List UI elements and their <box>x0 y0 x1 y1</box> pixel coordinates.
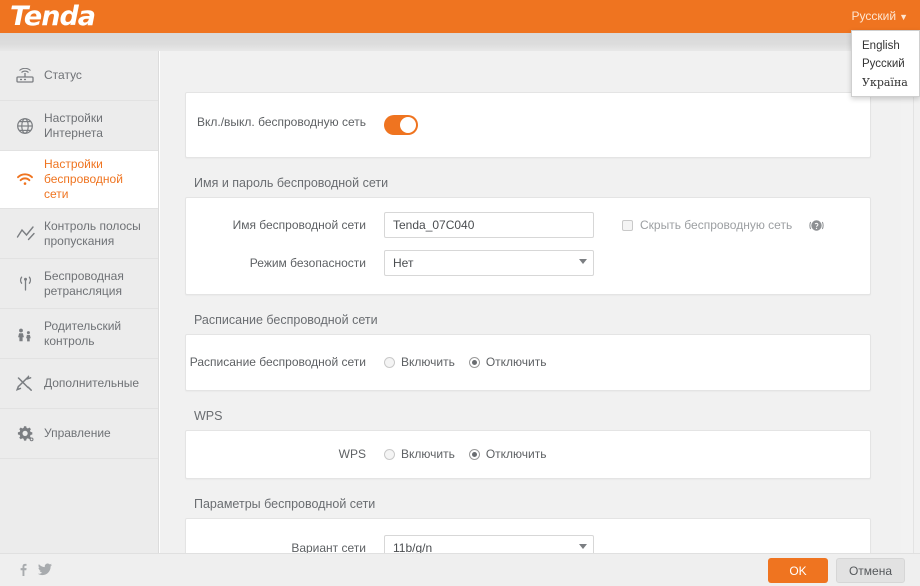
twitter-icon[interactable] <box>38 563 52 576</box>
language-option-ukrainian[interactable]: Україна <box>852 73 919 92</box>
sidebar-item-advanced[interactable]: Дополнительные <box>0 359 158 409</box>
radio-dot <box>384 448 395 460</box>
schedule-section-title: Расписание беспроводной сети <box>194 313 378 327</box>
wps-radio-group[interactable]: Включить Отключить <box>384 447 561 461</box>
radio-dot <box>384 356 395 368</box>
checkbox-box <box>622 219 633 231</box>
schedule-radio-disable[interactable]: Отключить <box>468 355 547 369</box>
wireless-enable-panel: Вкл./выкл. беспроводную сеть <box>185 92 871 158</box>
app-header: Tenda Русский ▼ English Русский Україна <box>0 0 920 97</box>
router-icon <box>14 66 36 86</box>
radio-label: Отключить <box>485 355 547 369</box>
language-option-russian[interactable]: Русский <box>852 55 919 73</box>
sidebar-item-parental-control[interactable]: Родительский контроль <box>0 309 158 359</box>
schedule-radio-enable[interactable]: Включить <box>384 355 455 369</box>
language-current-label: Русский <box>851 9 897 23</box>
params-section-title: Параметры беспроводной сети <box>194 497 376 511</box>
sidebar-item-label: Настройки беспроводной сети <box>44 157 123 201</box>
wps-panel: WPS Включить Отключить <box>185 430 871 479</box>
sidebar-item-bandwidth-control[interactable]: Контроль полосы пропускания <box>0 209 158 259</box>
wifi-icon <box>14 170 36 190</box>
content-right-edge <box>913 51 920 553</box>
chevron-down-icon <box>579 544 587 549</box>
wps-section-title: WPS <box>194 409 223 423</box>
header-underband <box>0 33 920 51</box>
chevron-down-icon <box>579 259 587 264</box>
sidebar-item-wireless-settings[interactable]: Настройки беспроводной сети <box>0 151 158 209</box>
ssid-section-title: Имя и пароль беспроводной сети <box>194 176 389 190</box>
radio-label: Отключить <box>485 447 547 461</box>
ok-button[interactable]: OK <box>768 558 828 583</box>
sidebar-item-wireless-repeater[interactable]: Беспроводная ретрансляция <box>0 259 158 309</box>
cancel-button[interactable]: Отмена <box>836 558 905 583</box>
schedule-radio-group[interactable]: Включить Отключить <box>384 355 561 369</box>
sidebar-item-label: Управление <box>44 426 111 440</box>
security-mode-value[interactable]: Нет <box>384 250 594 276</box>
hide-ssid-checkbox[interactable]: Скрыть беспроводную сеть <box>622 218 792 232</box>
wps-row-label: WPS <box>338 447 366 461</box>
security-mode-select[interactable]: Нет <box>384 250 594 276</box>
radio-label: Включить <box>401 355 455 369</box>
wireless-enable-label: Вкл./выкл. беспроводную сеть <box>196 115 366 129</box>
sidebar-item-status[interactable]: Статус <box>0 51 158 101</box>
radio-label: Включить <box>401 447 455 461</box>
language-selector[interactable]: Русский ▼ <box>852 9 908 23</box>
ssid-input[interactable] <box>384 212 594 238</box>
tenda-logo: Tenda <box>10 1 96 32</box>
ssid-panel: Имя беспроводной сети Скрыть беспроводну… <box>185 197 871 295</box>
wps-radio-disable[interactable]: Отключить <box>468 447 547 461</box>
sidebar-item-label: Контроль полосы пропускания <box>44 218 141 248</box>
main-content: Вкл./выкл. беспроводную сеть Имя и парол… <box>159 51 901 586</box>
sidebar-item-internet-settings[interactable]: Настройки Интернета <box>0 101 158 151</box>
radio-dot <box>468 448 480 460</box>
sidebar-item-management[interactable]: Управление <box>0 409 158 459</box>
antenna-icon <box>14 274 36 294</box>
parental-icon <box>14 324 36 344</box>
wps-radio-enable[interactable]: Включить <box>384 447 455 461</box>
facebook-icon[interactable] <box>18 563 29 576</box>
router-admin-page: Tenda Русский▼ English Русский Україна <box>0 0 920 586</box>
sidebar-item-label: Статус <box>44 68 82 82</box>
schedule-row-label: Расписание беспроводной сети <box>189 355 366 369</box>
hide-ssid-label: Скрыть беспроводную сеть <box>640 218 793 232</box>
globe-icon <box>14 116 36 136</box>
security-mode-label: Режим безопасности <box>249 256 366 270</box>
sidebar-item-label: Настройки Интернета <box>44 110 103 140</box>
sidebar-item-label: Дополнительные <box>44 376 139 390</box>
social-links <box>18 563 52 576</box>
chevron-down-icon: ▼ <box>899 12 908 22</box>
ssid-label: Имя беспроводной сети <box>232 218 366 232</box>
gear-icon <box>14 424 36 444</box>
help-icon[interactable] <box>808 217 824 233</box>
radio-dot <box>468 356 480 368</box>
chart-line-icon <box>14 224 36 244</box>
app-footer: OK Отмена <box>0 553 920 586</box>
toggle-knob <box>400 117 416 133</box>
wireless-enable-toggle[interactable] <box>384 115 418 135</box>
schedule-panel: Расписание беспроводной сети Включить От… <box>185 334 871 391</box>
tools-icon <box>14 374 36 394</box>
language-dropdown-menu[interactable]: English Русский Україна <box>851 30 920 97</box>
language-option-english[interactable]: English <box>852 37 919 55</box>
sidebar-nav: Статус Настройки Интернета Настройки бес… <box>0 51 159 586</box>
sidebar-item-label: Родительский контроль <box>44 318 122 348</box>
sidebar-item-label: Беспроводная ретрансляция <box>44 268 124 298</box>
